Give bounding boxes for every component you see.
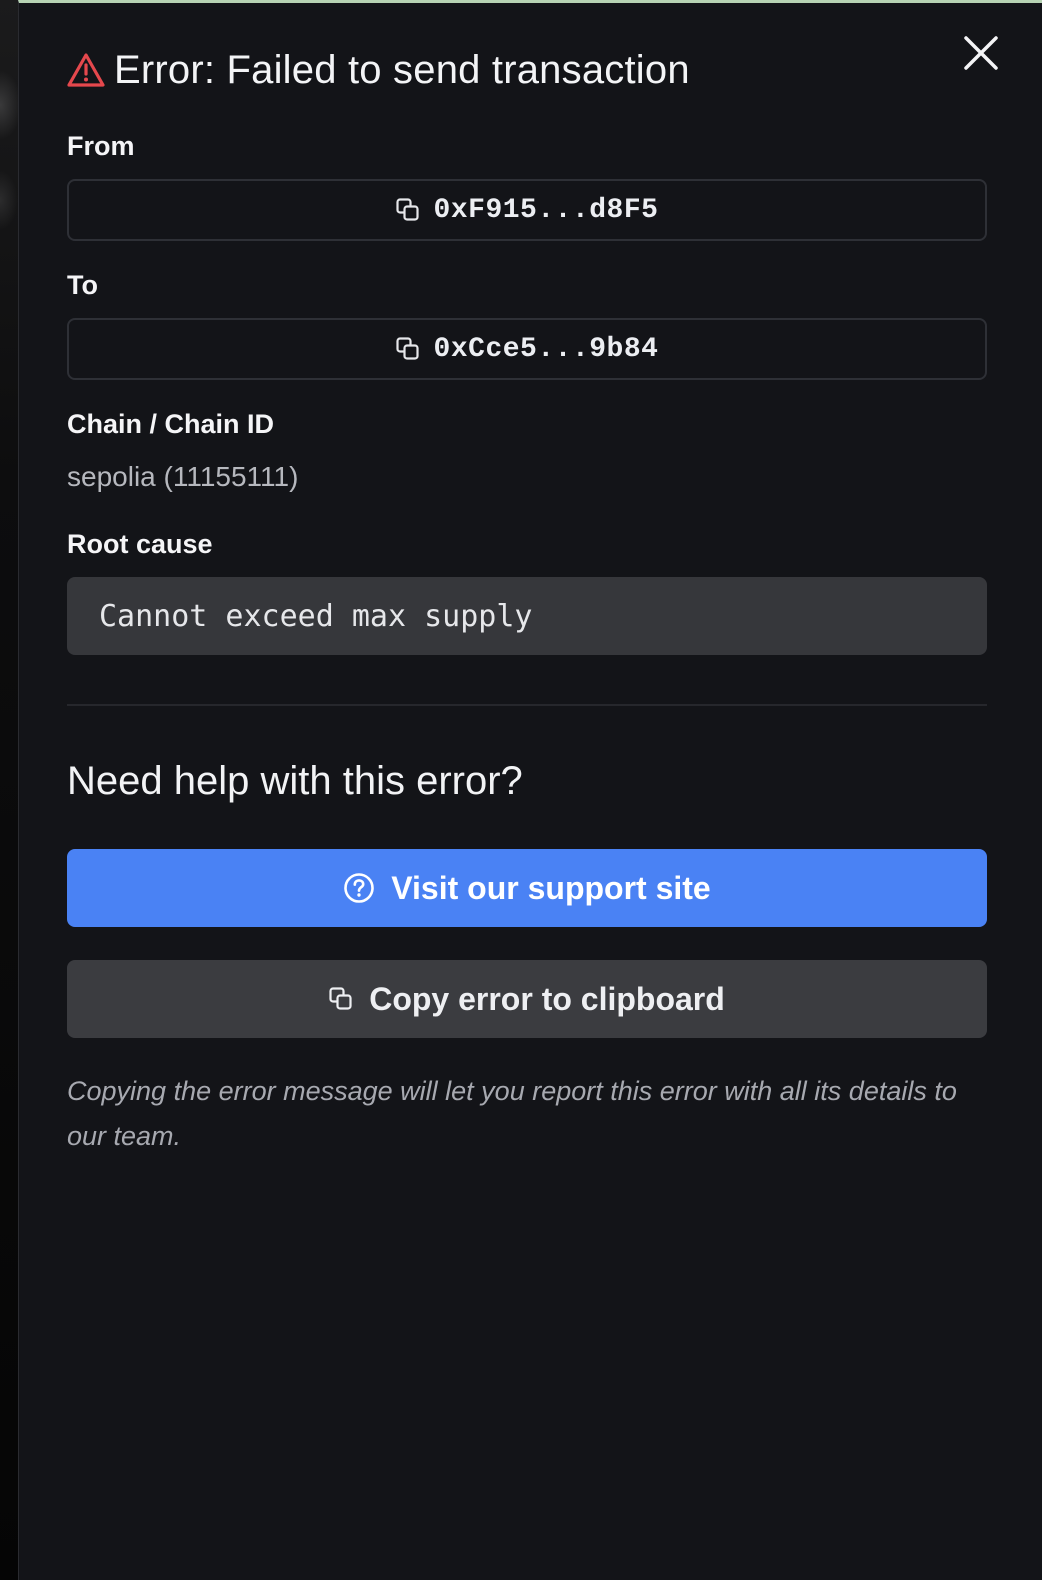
support-site-button[interactable]: Visit our support site bbox=[67, 849, 987, 927]
close-icon bbox=[964, 36, 998, 70]
backdrop-shadow bbox=[0, 170, 18, 230]
from-address: 0xF915...d8F5 bbox=[433, 194, 659, 226]
to-address: 0xCce5...9b84 bbox=[433, 333, 659, 365]
copy-error-label: Copy error to clipboard bbox=[369, 980, 725, 1017]
copy-error-button[interactable]: Copy error to clipboard bbox=[67, 960, 987, 1038]
root-cause-label: Root cause bbox=[67, 529, 213, 559]
question-circle-icon bbox=[344, 873, 375, 903]
root-cause-box: Cannot exceed max supply bbox=[67, 577, 987, 655]
chain-value: sepolia (11155111) bbox=[67, 461, 299, 492]
modal-title: Error: Failed to send transaction bbox=[114, 47, 690, 92]
close-button[interactable] bbox=[963, 35, 999, 71]
error-modal: Error: Failed to send transaction From 0… bbox=[18, 0, 1042, 1580]
page-backdrop bbox=[0, 0, 18, 1580]
from-label: From bbox=[67, 131, 135, 161]
copy-error-note: Copying the error message will let you r… bbox=[67, 1076, 957, 1151]
support-site-label: Visit our support site bbox=[391, 869, 711, 906]
modal-header: Error: Failed to send transaction bbox=[67, 47, 690, 93]
copy-icon bbox=[395, 198, 419, 221]
divider bbox=[67, 704, 987, 706]
to-label: To bbox=[67, 270, 98, 300]
copy-icon bbox=[395, 337, 419, 360]
help-heading: Need help with this error? bbox=[67, 759, 523, 803]
root-cause-value: Cannot exceed max supply bbox=[99, 598, 533, 634]
from-address-copy-button[interactable]: 0xF915...d8F5 bbox=[67, 179, 987, 241]
copy-icon bbox=[329, 987, 352, 1010]
warning-triangle-icon bbox=[67, 53, 105, 87]
to-address-copy-button[interactable]: 0xCce5...9b84 bbox=[67, 318, 987, 380]
chain-label: Chain / Chain ID bbox=[67, 409, 275, 439]
